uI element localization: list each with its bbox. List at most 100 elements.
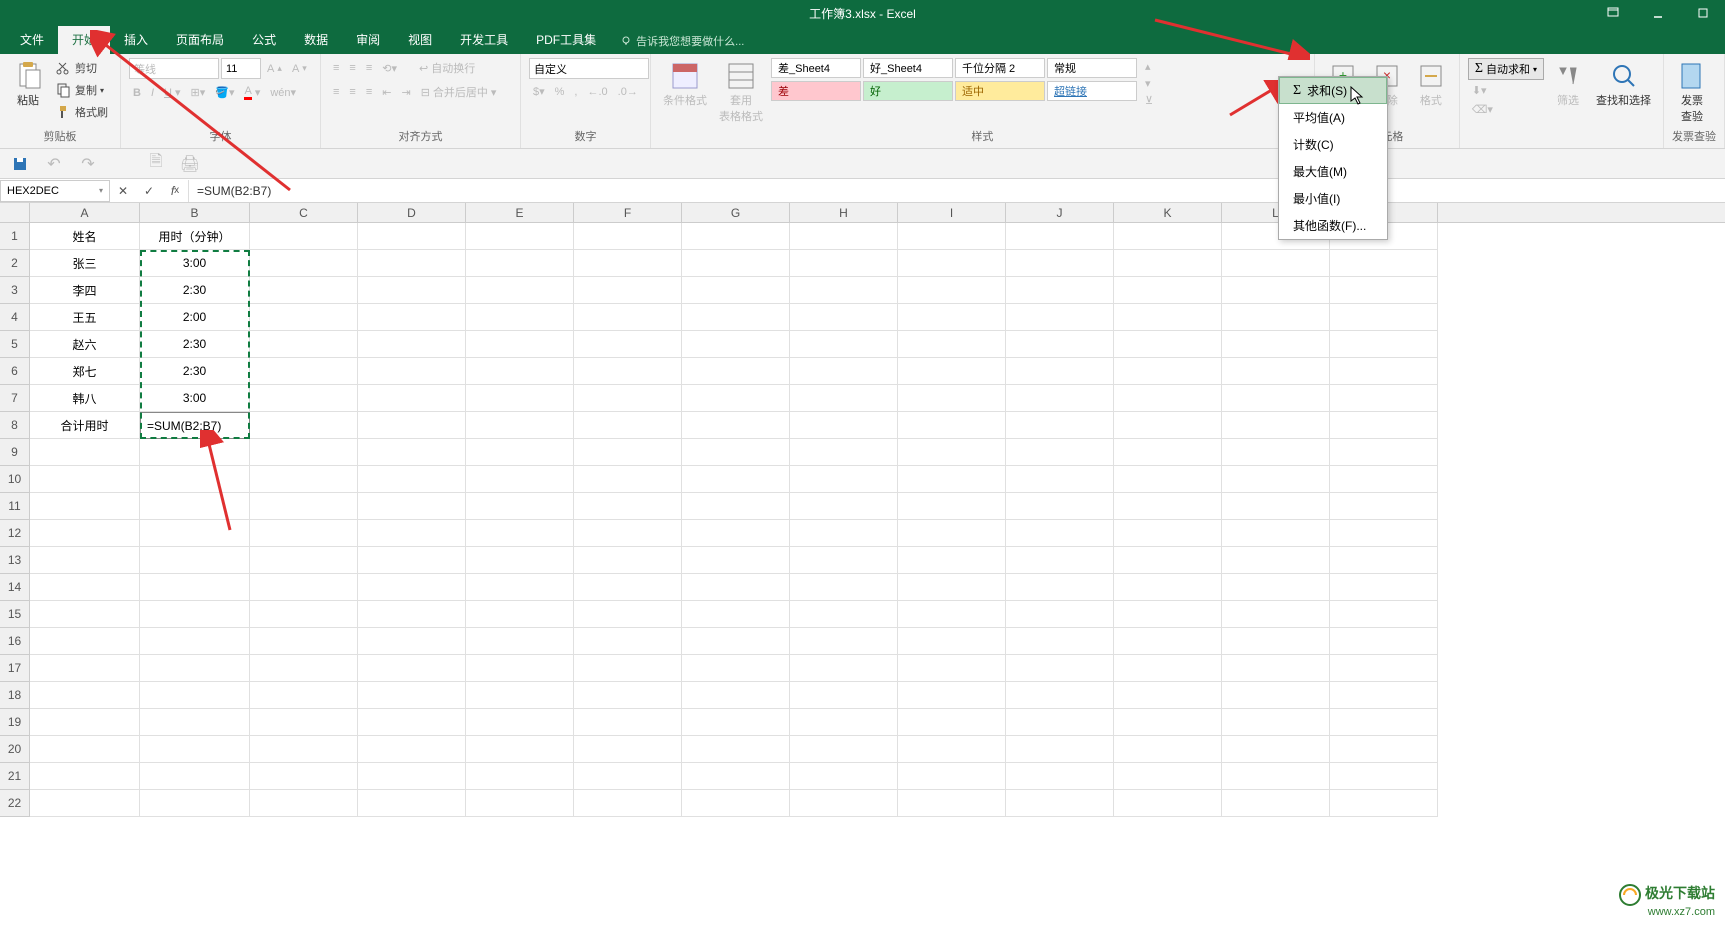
style-scroll-up[interactable]: ▴ [1141,58,1157,75]
cell-D17[interactable] [358,655,466,682]
cell-B20[interactable] [140,736,250,763]
cell-F19[interactable] [574,709,682,736]
cell-J16[interactable] [1006,628,1114,655]
cell-I7[interactable] [898,385,1006,412]
cell-H12[interactable] [790,520,898,547]
cell-D15[interactable] [358,601,466,628]
cell-B22[interactable] [140,790,250,817]
cell-M13[interactable] [1330,547,1438,574]
cell-G11[interactable] [682,493,790,520]
cell-F7[interactable] [574,385,682,412]
cell-M2[interactable] [1330,250,1438,277]
cell-D13[interactable] [358,547,466,574]
format-painter-button[interactable]: 格式刷 [52,102,112,122]
cell-D11[interactable] [358,493,466,520]
clear-button[interactable]: ⌫▾ [1468,101,1544,118]
cell-F17[interactable] [574,655,682,682]
cell-K17[interactable] [1114,655,1222,682]
cell-A18[interactable] [30,682,140,709]
border-button[interactable]: ⊞▾ [187,84,210,101]
cell-E16[interactable] [466,628,574,655]
cell-E9[interactable] [466,439,574,466]
cell-G17[interactable] [682,655,790,682]
cell-A11[interactable] [30,493,140,520]
italic-button[interactable]: I [147,85,158,101]
cell-G15[interactable] [682,601,790,628]
cell-C10[interactable] [250,466,358,493]
cell-M16[interactable] [1330,628,1438,655]
cell-M8[interactable] [1330,412,1438,439]
cell-E15[interactable] [466,601,574,628]
cell-E10[interactable] [466,466,574,493]
cell-K13[interactable] [1114,547,1222,574]
cell-H10[interactable] [790,466,898,493]
font-color-button[interactable]: A▾ [240,83,264,102]
cell-I11[interactable] [898,493,1006,520]
conditional-format-button[interactable]: 条件格式 [659,58,711,110]
cell-H17[interactable] [790,655,898,682]
cell-H4[interactable] [790,304,898,331]
cell-L10[interactable] [1222,466,1330,493]
cell-K21[interactable] [1114,763,1222,790]
cell-K4[interactable] [1114,304,1222,331]
style-more[interactable]: ⊻ [1141,92,1157,109]
cell-H8[interactable] [790,412,898,439]
cell-K15[interactable] [1114,601,1222,628]
cell-A8[interactable]: 合计用时 [30,412,140,439]
cell-G21[interactable] [682,763,790,790]
cell-A1[interactable]: 姓名 [30,223,140,250]
cell-J15[interactable] [1006,601,1114,628]
cell-F21[interactable] [574,763,682,790]
cell-K22[interactable] [1114,790,1222,817]
cell-K19[interactable] [1114,709,1222,736]
align-center-button[interactable]: ≡ [345,84,359,100]
cell-A9[interactable] [30,439,140,466]
cell-L21[interactable] [1222,763,1330,790]
number-format-select[interactable] [529,58,649,79]
cell-C20[interactable] [250,736,358,763]
orientation-button[interactable]: ⟲▾ [378,60,401,77]
cell-M6[interactable] [1330,358,1438,385]
cell-K2[interactable] [1114,250,1222,277]
cell-L20[interactable] [1222,736,1330,763]
cell-E22[interactable] [466,790,574,817]
cell-H15[interactable] [790,601,898,628]
cell-E2[interactable] [466,250,574,277]
font-size-select[interactable] [221,58,261,79]
cell-J18[interactable] [1006,682,1114,709]
save-button[interactable] [10,154,30,174]
cell-M12[interactable] [1330,520,1438,547]
cell-F5[interactable] [574,331,682,358]
tell-me-search[interactable]: 告诉我您想要做什么... [620,33,744,54]
cell-C18[interactable] [250,682,358,709]
cell-L5[interactable] [1222,331,1330,358]
maximize-icon[interactable] [1680,0,1725,26]
cell-H13[interactable] [790,547,898,574]
cell-G3[interactable] [682,277,790,304]
cell-J2[interactable] [1006,250,1114,277]
cell-B17[interactable] [140,655,250,682]
cell-K11[interactable] [1114,493,1222,520]
cell-J11[interactable] [1006,493,1114,520]
cell-B4[interactable]: 2:00 [140,304,250,331]
cell-I21[interactable] [898,763,1006,790]
cell-D9[interactable] [358,439,466,466]
tab-home[interactable]: 开始 [58,25,110,54]
cell-I10[interactable] [898,466,1006,493]
cell-K18[interactable] [1114,682,1222,709]
cell-C14[interactable] [250,574,358,601]
row-header-16[interactable]: 16 [0,628,29,655]
cell-A2[interactable]: 张三 [30,250,140,277]
tab-file[interactable]: 文件 [6,25,58,54]
cell-K14[interactable] [1114,574,1222,601]
cell-M14[interactable] [1330,574,1438,601]
align-top-button[interactable]: ≡ [329,60,343,76]
cell-C1[interactable] [250,223,358,250]
col-header-H[interactable]: H [790,203,898,222]
cell-A14[interactable] [30,574,140,601]
cell-F20[interactable] [574,736,682,763]
style-neutral[interactable]: 适中 [955,81,1045,101]
cell-G1[interactable] [682,223,790,250]
cell-F4[interactable] [574,304,682,331]
cell-F6[interactable] [574,358,682,385]
